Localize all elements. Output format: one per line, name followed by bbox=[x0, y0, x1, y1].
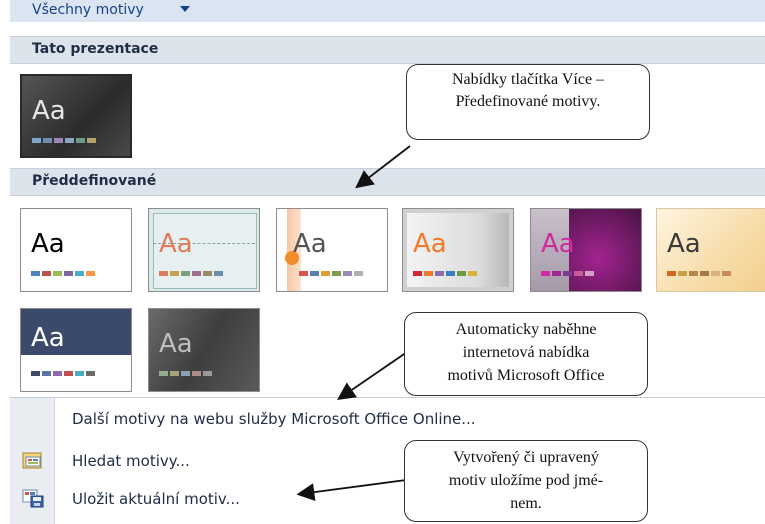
callout-arrow bbox=[355, 145, 411, 189]
callout-line: motivů Microsoft Office bbox=[447, 367, 605, 384]
callout-arrow bbox=[337, 349, 411, 401]
callout-line: Vytvořený či upravený bbox=[453, 449, 599, 466]
callout-line: Předefinované motivy. bbox=[455, 93, 601, 110]
callout-arrow bbox=[296, 479, 407, 502]
callout-online-themes: Automaticky naběhne internetová nabídka … bbox=[404, 312, 648, 396]
callout-line: nem. bbox=[510, 495, 542, 512]
callout-line: Automaticky naběhne bbox=[455, 321, 597, 338]
callout-line: Nabídky tlačítka Více – bbox=[451, 71, 605, 88]
annotation-arrows bbox=[296, 145, 411, 502]
callout-save-theme: Vytvořený či upravený motiv uložíme pod … bbox=[404, 440, 648, 522]
callout-line: motiv uložíme pod jmé- bbox=[448, 472, 604, 489]
callout-line: internetová nabídka bbox=[462, 344, 590, 361]
callout-more-button: Nabídky tlačítka Více – Předefinované mo… bbox=[406, 64, 650, 140]
